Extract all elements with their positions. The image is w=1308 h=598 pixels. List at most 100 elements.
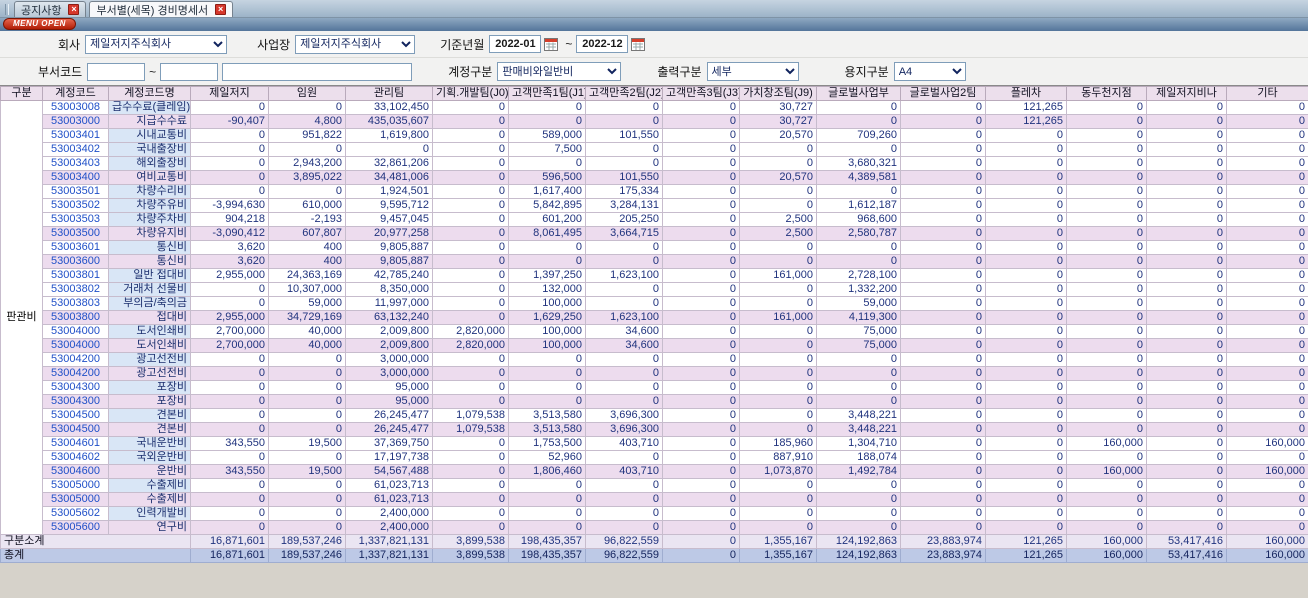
tab-notice[interactable]: 공지사항 × <box>14 1 87 17</box>
value-cell: 0 <box>985 506 1067 521</box>
dept-from-input[interactable] <box>87 62 146 81</box>
value-cell: 0 <box>900 380 986 395</box>
table-row[interactable]: 53003600 통신비 3,620 400 9,805,887 0 0 0 0 0 0 0 0 0 0 0 <box>1 254 1308 269</box>
table-row[interactable]: 53004500 견본비 0 0 26,245,477 1,079,538 3,513,58… <box>1 408 1308 423</box>
table-row[interactable]: 53003801 일반 접대비 2,955,000 24,363,169 42,785,… <box>1 268 1308 283</box>
tab-expense-report[interactable]: 부서별(세목) 경비명세서 × <box>89 1 234 17</box>
table-row[interactable]: 53003000 지급수수료 -90,407 4,800 435,035,607 0 0 0 0… <box>1 114 1308 129</box>
account-type-select[interactable]: 판매비와일반비 <box>497 62 622 81</box>
account-code-cell: 53003401 <box>42 128 109 143</box>
value-cell: 0 <box>1226 254 1308 269</box>
value-cell: 0 <box>432 142 509 157</box>
table-row[interactable]: 53003503 차량주차비 904,218 -2,193 9,457,045 0 601,… <box>1 212 1308 227</box>
account-name-cell: 차량수리비 <box>108 184 191 199</box>
value-cell: 0 <box>985 492 1067 507</box>
value-cell: 42,785,240 <box>345 268 433 283</box>
table-row[interactable]: 53004300 포장비 0 0 95,000 0 0 0 0 0 0 0 0 0 0 0 <box>1 394 1308 409</box>
calendar-icon[interactable] <box>544 37 559 51</box>
value-cell: 0 <box>432 478 509 493</box>
table-row[interactable]: 53004600 운반비 343,550 19,500 54,567,488 0 1,806… <box>1 464 1308 479</box>
table-row[interactable]: 53003800 접대비 2,955,000 34,729,169 63,132,240… <box>1 310 1308 325</box>
table-row[interactable]: 53003403 해외출장비 0 2,943,200 32,861,206 0 0 0 0 0 3,… <box>1 156 1308 171</box>
paper-type-select[interactable]: A4 <box>893 62 966 81</box>
value-cell: 0 <box>662 282 740 297</box>
value-cell: 0 <box>900 184 986 199</box>
value-cell: 0 <box>432 198 509 213</box>
table-row[interactable]: 53004300 포장비 0 0 95,000 0 0 0 0 0 0 0 0 0 0 0 <box>1 380 1308 395</box>
value-cell: 53,417,416 <box>1146 548 1227 563</box>
value-cell: 0 <box>508 478 586 493</box>
table-row[interactable]: 53004200 광고선전비 0 0 3,000,000 0 0 0 0 0 0 0 0 0 0 0 <box>1 352 1308 367</box>
value-cell: 0 <box>1226 100 1308 115</box>
tab-close-icon[interactable]: × <box>68 4 80 15</box>
dept-to-input[interactable] <box>160 62 219 81</box>
value-cell: 0 <box>816 380 901 395</box>
table-row[interactable]: 53005602 인력개발비 0 0 2,400,000 0 0 0 0 0 0 0 0 0 0 0 <box>1 506 1308 521</box>
value-cell: 0 <box>432 366 509 381</box>
tab-close-icon[interactable]: × <box>215 4 227 15</box>
table-row[interactable]: 53003402 국내출장비 0 0 0 0 7,500 0 0 0 0 0 0 0 0 0 <box>1 142 1308 157</box>
calendar-icon[interactable] <box>631 37 646 51</box>
table-row[interactable]: 53003500 차량유지비 -3,090,412 607,807 20,977,258… <box>1 226 1308 241</box>
table-row[interactable]: 53005600 연구비 0 0 2,400,000 0 0 0 0 0 0 0 0 0 0 0 <box>1 520 1308 535</box>
account-name-cell: 차량주차비 <box>108 212 191 227</box>
value-cell: 0 <box>190 128 269 143</box>
account-code-cell: 53003403 <box>42 156 109 171</box>
table-row[interactable]: 53003401 시내교통비 0 951,822 1,619,800 0 589,000 10… <box>1 128 1308 143</box>
value-cell: 1,337,821,131 <box>345 534 433 549</box>
value-cell: 0 <box>985 338 1067 353</box>
period-to-input[interactable] <box>576 35 629 53</box>
column-header: 고객만족1팀(J1) <box>508 86 586 101</box>
table-row[interactable]: 53003501 차량수리비 0 0 1,924,501 0 1,617,400 175,33… <box>1 184 1308 199</box>
table-row[interactable]: 53003502 차량주유비 -3,994,630 610,000 9,595,712 0… <box>1 198 1308 213</box>
value-cell: 0 <box>1226 338 1308 353</box>
value-cell: 0 <box>662 170 740 185</box>
value-cell: 0 <box>985 184 1067 199</box>
value-cell: 0 <box>508 394 586 409</box>
period-label: 기준년월 <box>440 37 485 52</box>
value-cell: 0 <box>1146 156 1227 171</box>
table-row[interactable]: 53003802 거래처 선물비 0 10,307,000 8,350,000 0 132,… <box>1 282 1308 297</box>
value-cell: 1,753,500 <box>508 436 586 451</box>
value-cell: 0 <box>508 352 586 367</box>
table-row[interactable]: 53004000 도서인쇄비 2,700,000 40,000 2,009,800 2,8… <box>1 338 1308 353</box>
value-cell: 0 <box>585 156 663 171</box>
table-row[interactable]: 53004000 도서인쇄비 2,700,000 40,000 2,009,800 2,8… <box>1 324 1308 339</box>
table-row[interactable]: 53004200 광고선전비 0 0 3,000,000 0 0 0 0 0 0 0 0 0 0 0 <box>1 366 1308 381</box>
value-cell: 0 <box>662 534 740 549</box>
table-row[interactable]: 53005000 수출제비 0 0 61,023,713 0 0 0 0 0 0 0 0 0 0 0 <box>1 478 1308 493</box>
table-row[interactable]: 판관비 53003008 급수수료(클레임) 0 0 33,102,450 0 0 0 0 30,7… <box>0 100 1308 535</box>
table-row[interactable]: 53004601 국내운반비 343,550 19,500 37,369,750 0 1,7… <box>1 436 1308 451</box>
table-row[interactable]: 53003601 통신비 3,620 400 9,805,887 0 0 0 0 0 0 0 0 0 0 0 <box>1 240 1308 255</box>
filter-panel: 회사 제일저지주식회사 사업장 제일저지주식회사 기준년월 ~ 부서코드 ~ 계… <box>0 31 1308 86</box>
account-name-cell: 차량유지비 <box>108 226 191 241</box>
value-cell: 3,513,580 <box>508 408 586 423</box>
value-cell: 2,820,000 <box>432 324 509 339</box>
value-cell: 0 <box>662 212 740 227</box>
value-cell: 0 <box>585 450 663 465</box>
table-row[interactable]: 53004500 견본비 0 0 26,245,477 1,079,538 3,513,58… <box>1 422 1308 437</box>
table-row[interactable]: 53005000 수출제비 0 0 61,023,713 0 0 0 0 0 0 0 0 0 0 0 <box>1 492 1308 507</box>
site-select[interactable]: 제일저지주식회사 <box>295 34 416 54</box>
table-row[interactable]: 53003803 부의금/축의금 0 59,000 11,997,000 0 100,000… <box>1 296 1308 311</box>
period-from-input[interactable] <box>489 35 542 53</box>
value-cell: 601,200 <box>508 212 586 227</box>
account-code-cell: 53004500 <box>42 422 109 437</box>
value-cell: 0 <box>432 464 509 479</box>
value-cell: 0 <box>1226 268 1308 283</box>
column-header: 글로벌사업2팀 <box>900 86 986 101</box>
dept-name-field[interactable] <box>222 62 413 81</box>
table-row[interactable]: 53004602 국외운반비 0 0 17,197,738 0 52,960 0 0 887,91… <box>1 450 1308 465</box>
value-cell: 0 <box>1066 114 1147 129</box>
value-cell: 0 <box>1146 366 1227 381</box>
account-name-cell: 국외운반비 <box>108 450 191 465</box>
menu-open-button[interactable]: MENU OPEN <box>3 18 76 30</box>
value-cell: 19,500 <box>268 464 346 479</box>
output-type-select[interactable]: 세부 <box>706 62 799 81</box>
value-cell: 0 <box>662 506 740 521</box>
company-select[interactable]: 제일저지주식회사 <box>85 34 228 54</box>
value-cell: 1,492,784 <box>816 464 901 479</box>
column-header: 제일저지비나 <box>1146 86 1227 101</box>
table-row[interactable]: 53003400 여비교통비 0 3,895,022 34,481,006 0 596,50… <box>1 170 1308 185</box>
value-cell: 0 <box>900 296 986 311</box>
